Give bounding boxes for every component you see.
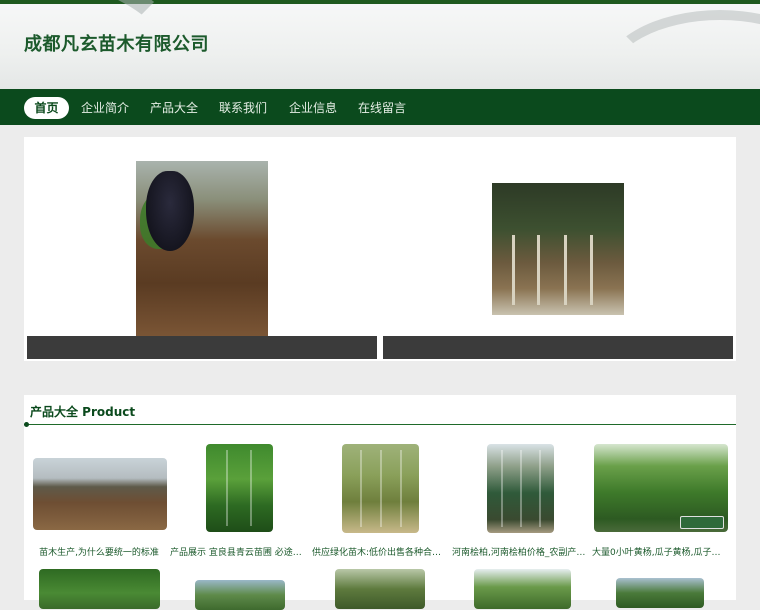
section-title: 产品大全 Product	[30, 405, 136, 419]
product-image[interactable]	[33, 458, 167, 530]
grape-bunch	[146, 171, 194, 251]
products-section: 产品大全 Product 苗木生产,为什么要统一的标准 产品展示 宜良县青云苗圃…	[24, 395, 736, 610]
product-image[interactable]	[39, 569, 160, 609]
nav-item-message[interactable]: 在线留言	[356, 97, 408, 119]
image-detail	[226, 450, 228, 526]
nav-item-contact[interactable]: 联系我们	[217, 97, 269, 119]
product-image[interactable]	[206, 444, 273, 532]
slide-image-saplings[interactable]	[492, 183, 624, 315]
nav-item-home[interactable]: 首页	[24, 97, 69, 119]
image-detail	[501, 450, 503, 527]
product-image[interactable]	[616, 578, 704, 608]
company-name[interactable]: 成都凡玄苗木有限公司	[24, 30, 209, 56]
product-image[interactable]	[342, 444, 419, 533]
image-detail	[400, 450, 402, 527]
brand-badge	[680, 516, 724, 529]
image-detail	[250, 450, 252, 526]
product-label[interactable]: 大量0小叶黄杨,瓜子黄杨,瓜子黄杨...	[592, 545, 728, 558]
product-label[interactable]: 产品展示 宜良县青云苗圃 必途推荐	[170, 545, 306, 558]
nav-item-products[interactable]: 产品大全	[148, 97, 200, 119]
image-detail	[520, 450, 522, 527]
product-image[interactable]	[474, 569, 571, 609]
section-divider	[24, 424, 736, 425]
slide-caption-bar[interactable]	[383, 336, 733, 359]
sapling-stem	[590, 235, 593, 305]
slide-image-grape[interactable]	[136, 161, 268, 336]
main-nav: 首页 企业简介 产品大全 联系我们 企业信息 在线留言	[0, 89, 760, 125]
image-detail	[539, 450, 541, 527]
site-header: 成都凡玄苗木有限公司	[0, 0, 760, 89]
product-image[interactable]	[487, 444, 554, 533]
sapling-stem	[512, 235, 515, 305]
product-image[interactable]	[594, 444, 728, 532]
image-detail	[360, 450, 362, 527]
slide-caption-bar[interactable]	[27, 336, 377, 359]
product-label[interactable]: 苗木生产,为什么要统一的标准	[31, 545, 167, 558]
section-divider-dot	[24, 422, 29, 427]
nav-item-company-info[interactable]: 企业信息	[287, 97, 339, 119]
sapling-stem	[537, 235, 540, 305]
sapling-stem	[564, 235, 567, 305]
nav-item-about[interactable]: 企业简介	[79, 97, 131, 119]
image-detail	[380, 450, 382, 527]
product-label[interactable]: 河南桧柏,河南桧柏价格_农副产品...	[452, 545, 588, 558]
image-slider	[24, 137, 736, 361]
product-label[interactable]: 供应绿化苗木:低价出售各种合欢...	[312, 545, 448, 558]
product-image[interactable]	[195, 580, 285, 610]
product-image[interactable]	[335, 569, 425, 609]
